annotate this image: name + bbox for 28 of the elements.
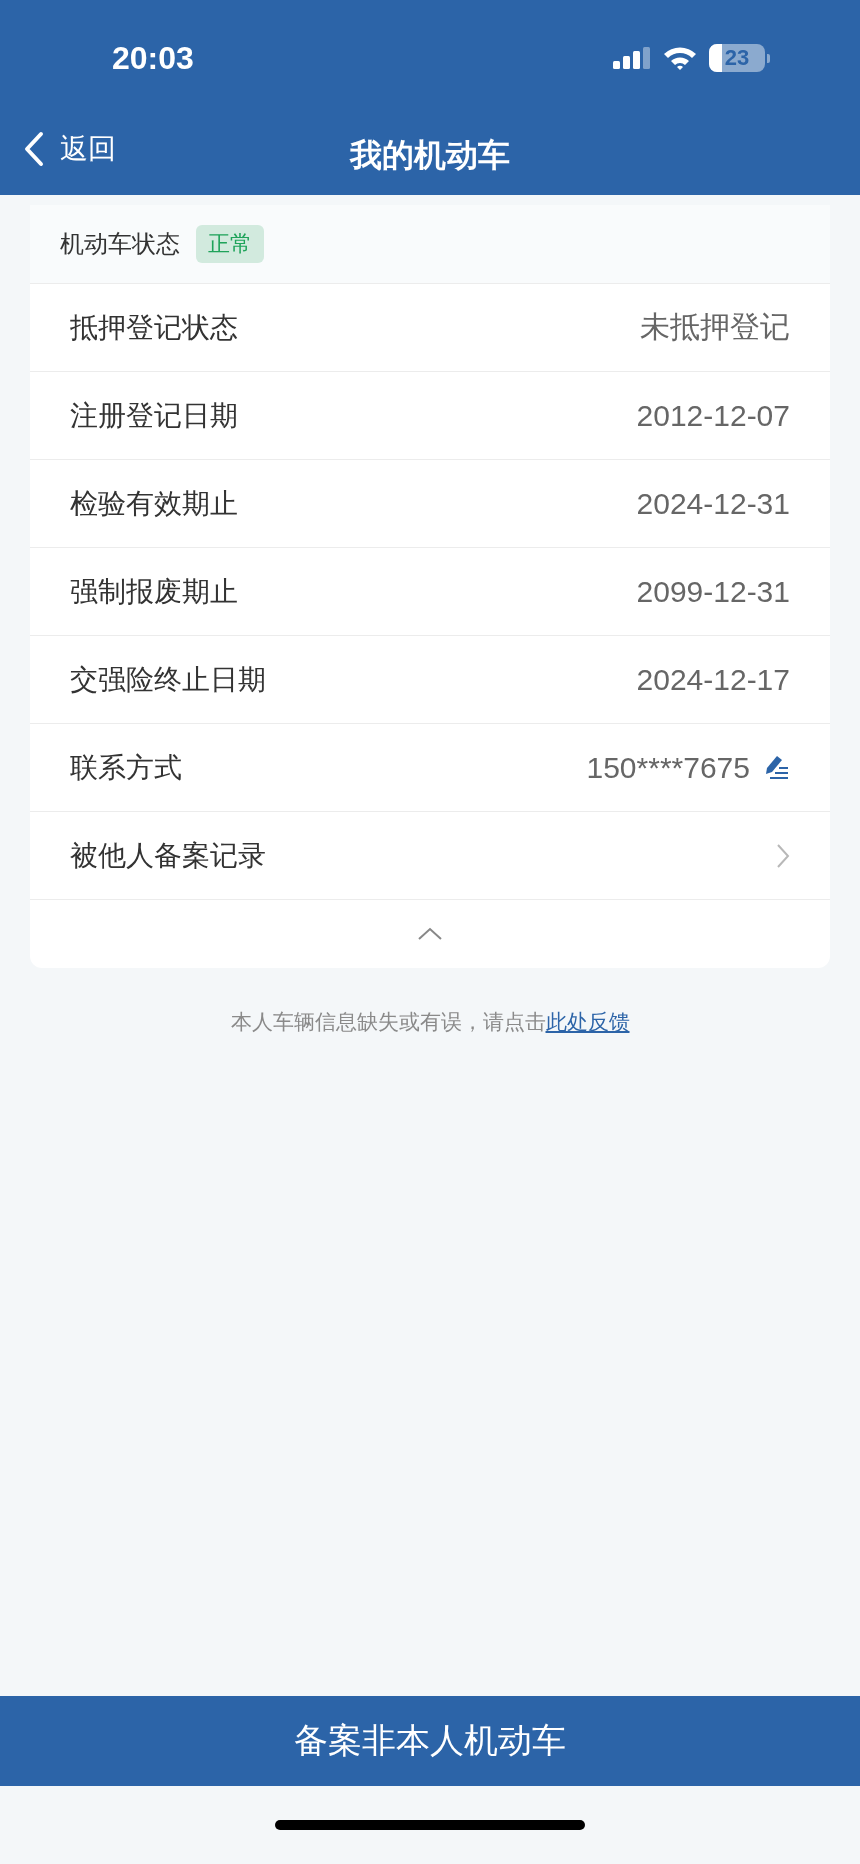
page-title: 我的机动车 xyxy=(350,134,510,176)
row-label: 联系方式 xyxy=(70,749,182,786)
row-label: 检验有效期止 xyxy=(70,485,238,522)
row-value: 2012-12-07 xyxy=(636,398,790,433)
row-label: 抵押登记状态 xyxy=(70,309,238,346)
status-time: 20:03 xyxy=(112,39,194,77)
row-value: 2024-12-17 xyxy=(636,662,790,697)
row-label: 注册登记日期 xyxy=(70,397,238,434)
row-value: 未抵押登记 xyxy=(640,309,790,345)
wifi-icon xyxy=(663,46,697,70)
back-icon xyxy=(24,131,44,167)
row-value: 2024-12-31 xyxy=(636,486,790,521)
row-value: 2099-12-31 xyxy=(636,574,790,609)
chevron-icon xyxy=(776,842,790,869)
signal-icon xyxy=(613,47,651,69)
row-label: 被他人备案记录 xyxy=(70,837,266,874)
feedback-text: 本人车辆信息缺失或有误，请点击此处反馈 xyxy=(230,1010,630,1034)
row-label: 强制报废期止 xyxy=(70,573,238,610)
row-label: 交强险终止日期 xyxy=(70,661,266,698)
edit-icon[interactable] xyxy=(764,754,790,781)
register-vehicle-button[interactable]: 备案非本人机动车 xyxy=(0,1696,860,1786)
status-badge: 正常 xyxy=(196,225,264,263)
back-button[interactable]: 返回 xyxy=(24,130,116,168)
list-item[interactable]: 被他人备案记录 xyxy=(30,812,830,900)
status-label: 机动车状态 xyxy=(60,229,180,260)
feedback-link[interactable]: 此处反馈 xyxy=(545,1010,630,1034)
row-value: 150****7675 xyxy=(586,750,750,785)
collapse-icon[interactable] xyxy=(417,927,443,941)
